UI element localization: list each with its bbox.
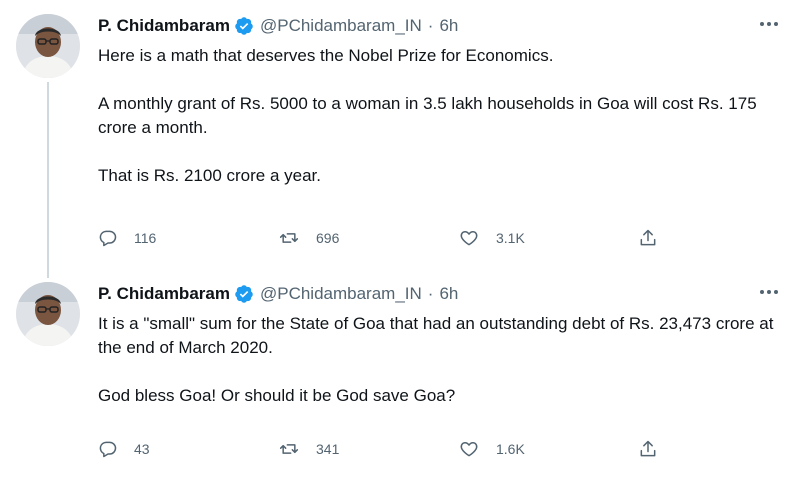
author-name[interactable]: P. Chidambaram — [98, 16, 230, 36]
share-button[interactable] — [638, 228, 658, 248]
tweet-text: It is a "small" sum for the State of Goa… — [98, 312, 788, 408]
share-icon — [640, 229, 656, 246]
tweet-actions: 43 341 1.6K — [98, 437, 698, 461]
retweet-icon — [279, 233, 299, 243]
tweet-paragraph: Here is a math that deserves the Nobel P… — [98, 46, 554, 65]
tweet-text: Here is a math that deserves the Nobel P… — [98, 44, 788, 188]
avatar[interactable] — [16, 282, 80, 346]
heart-icon — [460, 231, 478, 246]
more-options-icon[interactable] — [756, 282, 782, 302]
avatar[interactable] — [16, 14, 80, 78]
author-handle[interactable]: @PChidambaram_IN — [260, 284, 422, 304]
tweet-thread: P. Chidambaram @PChidambaram_IN · 6h Her… — [0, 0, 800, 477]
like-count: 1.6K — [496, 441, 525, 457]
retweet-count: 696 — [316, 230, 340, 246]
tweet-actions: 116 696 3.1K — [98, 226, 698, 250]
separator-dot: · — [427, 284, 434, 303]
retweet-icon — [279, 444, 299, 454]
tweet-timestamp[interactable]: 6h — [439, 16, 458, 36]
retweet-count: 341 — [316, 441, 340, 457]
author-name[interactable]: P. Chidambaram — [98, 284, 230, 304]
reply-button[interactable]: 43 — [98, 439, 278, 459]
reply-icon — [99, 230, 117, 247]
tweet-timestamp[interactable]: 6h — [439, 284, 458, 304]
like-button[interactable]: 1.6K — [458, 439, 638, 459]
share-button[interactable] — [638, 439, 658, 459]
tweet-paragraph: God bless Goa! Or should it be God save … — [98, 386, 456, 405]
reply-count: 43 — [134, 441, 150, 457]
tweet-header: P. Chidambaram @PChidambaram_IN · 6h — [98, 282, 458, 306]
reply-icon — [99, 441, 117, 458]
retweet-button[interactable]: 341 — [278, 439, 458, 459]
like-button[interactable]: 3.1K — [458, 228, 638, 248]
tweet[interactable]: P. Chidambaram @PChidambaram_IN · 6h Her… — [0, 0, 800, 268]
like-count: 3.1K — [496, 230, 525, 246]
share-icon — [640, 440, 656, 457]
tweet-paragraph: That is Rs. 2100 crore a year. — [98, 166, 321, 185]
heart-icon — [460, 442, 478, 457]
tweet-paragraph: It is a "small" sum for the State of Goa… — [98, 314, 774, 357]
reply-button[interactable]: 116 — [98, 228, 278, 248]
tweet[interactable]: P. Chidambaram @PChidambaram_IN · 6h It … — [0, 268, 800, 477]
verified-badge-icon — [234, 284, 254, 304]
more-options-icon[interactable] — [756, 14, 782, 34]
verified-badge-icon — [234, 16, 254, 36]
separator-dot: · — [427, 16, 434, 35]
retweet-button[interactable]: 696 — [278, 228, 458, 248]
reply-count: 116 — [134, 230, 157, 246]
author-handle[interactable]: @PChidambaram_IN — [260, 16, 422, 36]
tweet-header: P. Chidambaram @PChidambaram_IN · 6h — [98, 14, 458, 38]
tweet-paragraph: A monthly grant of Rs. 5000 to a woman i… — [98, 94, 757, 137]
